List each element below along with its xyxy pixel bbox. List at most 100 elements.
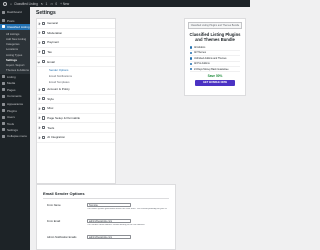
tab-label: AI Integration <box>47 135 66 140</box>
chevron-right-icon <box>38 126 41 129</box>
promo-title: Classified Listing Plugins and Themes Bu… <box>189 32 241 43</box>
chevron-right-icon <box>38 51 41 54</box>
new-content-label: + New <box>60 1 70 6</box>
chevron-right-icon <box>38 88 41 91</box>
feature-text: All Pro Addons <box>193 62 210 66</box>
admin-bar: ⌂ Classified Listing ↻ 1 ▭ 0 + New <box>0 0 250 7</box>
menu-label: Listing <box>7 74 16 79</box>
menu-label: Collapse menu <box>7 134 28 139</box>
menu-label: Appearance <box>7 102 24 107</box>
misc-icon <box>42 106 46 111</box>
check-icon <box>190 46 193 49</box>
from-email-label: From Email <box>47 220 61 223</box>
settings-tab-ai-integration[interactable]: AI Integration <box>37 133 115 143</box>
pin-icon <box>2 19 5 23</box>
comments-count: 0 <box>55 1 58 6</box>
style-icon <box>42 97 46 101</box>
moderation-icon <box>42 31 46 35</box>
tab-label: General <box>47 21 58 26</box>
chevron-right-icon <box>38 97 41 101</box>
bundle-banner-image: Classified Listing Plugins and Themes Bu… <box>188 22 242 29</box>
tab-label: Tools <box>47 125 55 130</box>
site-name-link[interactable]: ⌂ Classified Listing <box>10 2 38 6</box>
wrench-icon <box>42 126 46 130</box>
updates-link[interactable]: ↻ 1 <box>41 2 47 6</box>
page-icon <box>42 116 46 120</box>
menu-label: Dashboard <box>7 10 22 15</box>
menu-label: Settings <box>7 127 18 132</box>
settings-icon <box>2 128 5 132</box>
chevron-right-icon <box>38 107 41 110</box>
site-name-label: Classified Listing <box>13 1 38 6</box>
from-name-input[interactable]: Test site <box>87 203 131 208</box>
updates-count: 1 <box>45 1 48 6</box>
settings-nav: General Moderation Payment Tax Email Sen… <box>36 18 116 184</box>
settings-tab-style[interactable]: Style <box>37 95 115 105</box>
feature-text: Unlimited Addons and Themes <box>193 56 227 60</box>
wordpress-logo-icon[interactable] <box>3 1 7 6</box>
plugin-icon <box>2 109 5 113</box>
from-name-row: From Name Test site The name system gene… <box>47 203 169 217</box>
tab-label: Moderation <box>47 30 63 35</box>
from-email-row: From Email admin@example.com The sender … <box>47 219 169 233</box>
feature-text: All Themes <box>193 51 206 55</box>
chevron-right-icon <box>38 22 41 25</box>
listing-icon <box>2 75 5 79</box>
tax-icon <box>42 50 46 54</box>
email-sender-options-panel: Email Sender Options From Name Test site… <box>36 184 176 250</box>
media-icon <box>2 81 5 85</box>
dashboard-icon <box>2 10 5 14</box>
settings-tab-page-setup[interactable]: Page Setup & Permalink <box>37 114 115 124</box>
chevron-right-icon <box>38 136 41 139</box>
check-icon <box>190 57 193 60</box>
menu-label: Posts <box>7 18 15 23</box>
payment-icon <box>42 40 46 45</box>
menu-label: Media <box>7 81 16 86</box>
page-icon <box>2 88 5 92</box>
settings-tab-general[interactable]: General <box>37 19 115 29</box>
admin-notification-emails-input[interactable]: admin@example.com <box>87 235 131 240</box>
comment-icon <box>2 94 5 98</box>
admin-sidebar: Dashboard Posts Classified Listing All L… <box>0 7 30 250</box>
chevron-right-icon <box>38 41 41 44</box>
settings-tab-payment[interactable]: Payment <box>37 38 115 48</box>
from-email-input[interactable]: admin@example.com <box>87 219 131 224</box>
menu-label: Pages <box>7 87 16 92</box>
tab-label: Page Setup & Permalink <box>47 116 80 121</box>
email-icon <box>42 60 46 64</box>
settings-tab-tools[interactable]: Tools <box>37 123 115 133</box>
wrench-icon <box>2 122 5 126</box>
tab-label: Account & Policy <box>47 87 70 92</box>
settings-tab-tax[interactable]: Tax <box>37 48 115 58</box>
settings-tab-email[interactable]: Email <box>37 57 115 67</box>
bundle-promo-card: Classified Listing Plugins and Themes Bu… <box>184 18 246 96</box>
listing-icon <box>2 25 5 29</box>
from-name-description: The name system generated emails are sen… <box>87 208 167 211</box>
classified-listing-submenu: All Listings Add New Listing Categories … <box>0 30 30 74</box>
menu-label: Tools <box>7 121 15 126</box>
menu-label: Plugins <box>7 108 17 113</box>
submenu-item[interactable]: Themes & Addons <box>0 67 30 72</box>
new-content-link[interactable]: + New <box>60 2 69 6</box>
comments-link[interactable]: ▭ 0 <box>50 2 57 6</box>
get-bundle-button[interactable]: GET BUNDLE NOW <box>195 80 235 87</box>
from-email-description: The sender email address should belong t… <box>87 224 146 227</box>
tab-label: Misc <box>47 106 54 111</box>
brush-icon <box>2 102 5 106</box>
settings-tab-moderation[interactable]: Moderation <box>37 29 115 39</box>
page-title: Settings <box>36 10 56 16</box>
tab-label: Style <box>47 96 54 101</box>
settings-tab-misc[interactable]: Misc <box>37 104 115 114</box>
user-icon <box>2 115 5 119</box>
collapse-icon <box>2 134 5 138</box>
menu-label: Classified Listing <box>7 24 30 29</box>
menu-item-collapse[interactable]: Collapse menu <box>0 133 30 139</box>
refresh-icon: ↻ <box>40 1 44 6</box>
chevron-down-icon <box>38 60 41 63</box>
feature-text: 24 Days Money Back Guarantee <box>193 67 229 71</box>
admin-notification-emails-label: Admin Notification Emails <box>47 236 77 239</box>
home-icon: ⌂ <box>10 1 12 6</box>
check-icon <box>190 67 193 71</box>
settings-tab-account-policy[interactable]: Account & Policy <box>37 85 115 95</box>
comment-icon: ▭ <box>50 1 54 6</box>
